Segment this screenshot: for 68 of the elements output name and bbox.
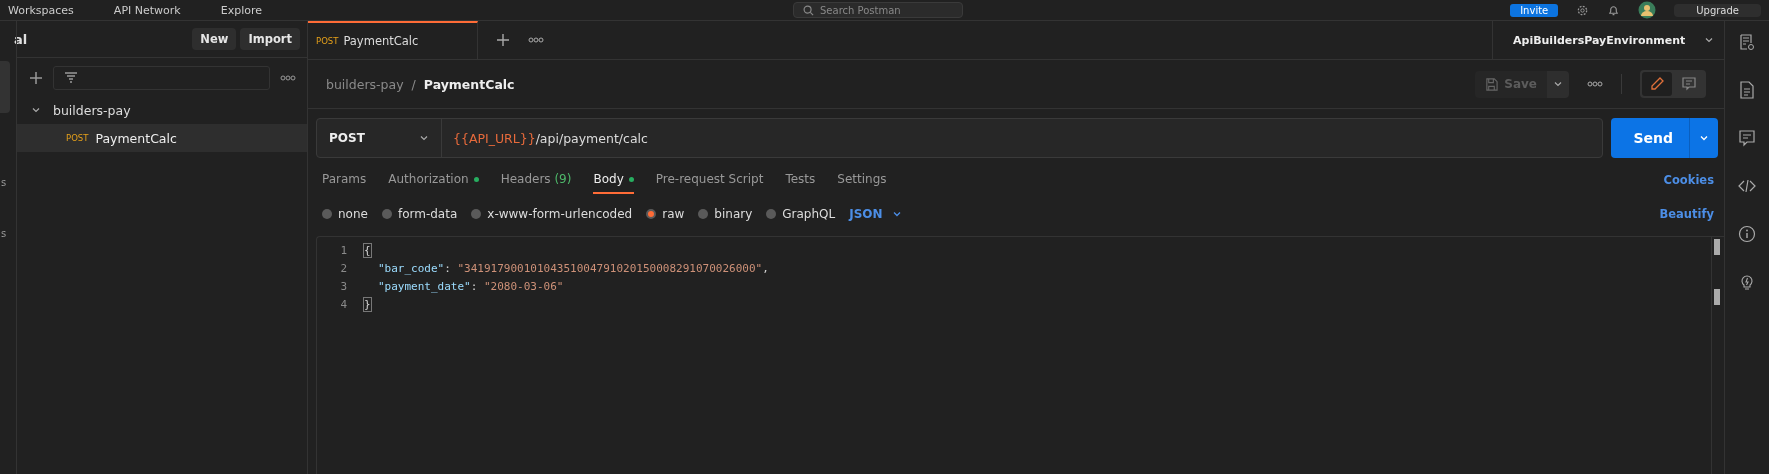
comment-icon[interactable]: [1738, 129, 1756, 147]
sidebar-button[interactable]: Import: [240, 28, 300, 50]
chevron-icon: [31, 105, 41, 115]
rail-label[interactable]: s: [1, 177, 7, 188]
line-number: 4: [339, 297, 347, 311]
save-icon: [1485, 77, 1499, 91]
search-field[interactable]: Search Postman: [793, 2, 963, 18]
language-select[interactable]: JSON: [849, 207, 902, 221]
body-type-radio[interactable]: form-data: [381, 207, 458, 221]
more-icon[interactable]: [280, 75, 296, 81]
request-section-tab[interactable]: Body: [593, 166, 634, 194]
plus-icon[interactable]: [29, 71, 43, 85]
info-icon[interactable]: [1738, 225, 1756, 243]
rail-label[interactable]: s: [1, 228, 7, 239]
request-section-tab[interactable]: Headers (9): [500, 166, 572, 194]
bell-icon[interactable]: [1607, 3, 1621, 17]
plus-icon[interactable]: [496, 33, 510, 47]
document-icon[interactable]: [1738, 81, 1756, 99]
sidebar-button[interactable]: New: [192, 28, 237, 50]
invite-button[interactable]: Invite: [1510, 3, 1559, 17]
caret-icon: [891, 209, 902, 219]
line-number: 2: [339, 261, 347, 275]
collection-item[interactable]: builders-pay: [17, 96, 307, 124]
breadcrumb-link[interactable]: builders-pay: [326, 76, 404, 92]
request-item[interactable]: POST PaymentCalc: [17, 124, 307, 152]
more-icon[interactable]: [528, 37, 544, 43]
cookies-link[interactable]: Cookies: [1663, 173, 1714, 187]
upgrade-button[interactable]: Upgrade: [1674, 3, 1761, 17]
request-section-tab[interactable]: Params: [322, 166, 367, 194]
edit-mode-button[interactable]: [1642, 72, 1672, 96]
comment-icon: [1681, 76, 1697, 92]
code-line: {: [364, 243, 371, 257]
code-editor[interactable]: 1 { 2 "bar_code": "34191790010104351004791020150008291070026000", 3 "payment_date": "2080-03-06" 4 }: [316, 236, 1724, 474]
request-title: PaymentCalc: [423, 76, 515, 92]
environment-selector[interactable]: ApiBuildersPayEnvironment: [1492, 21, 1724, 59]
beautify-link[interactable]: Beautify: [1659, 207, 1714, 221]
body-type-radio[interactable]: none: [322, 207, 368, 221]
more-icon[interactable]: [1587, 81, 1603, 87]
request-section-tab[interactable]: Authorization: [388, 166, 479, 194]
request-section-tab[interactable]: Tests: [785, 166, 816, 194]
line-number: 3: [339, 279, 347, 293]
caret-icon: [1704, 35, 1714, 45]
filter-field[interactable]: [53, 66, 270, 90]
request-section-tab[interactable]: Pre-request Script: [655, 166, 764, 194]
avatar-icon[interactable]: [1638, 1, 1657, 19]
breadcrumb-separator: /: [411, 76, 416, 92]
code-line: "payment_date": "2080-03-06": [377, 279, 564, 293]
request-section-tab[interactable]: Settings: [837, 166, 887, 194]
scrollbar-marker: [1714, 289, 1720, 305]
body-type-radio[interactable]: binary: [698, 207, 753, 221]
body-type-radio[interactable]: GraphQL: [766, 207, 836, 221]
line-number: 1: [339, 243, 347, 257]
code-line: }: [364, 297, 371, 311]
pencil-icon: [1649, 76, 1665, 92]
body-type-radio[interactable]: x-www-form-urlencoded: [471, 207, 633, 221]
code-icon[interactable]: [1738, 177, 1756, 195]
top-nav-link[interactable]: Explore: [220, 3, 262, 17]
code-line: "bar_code": "34191790010104351004791020150008291070026000",: [377, 261, 769, 275]
top-nav-link[interactable]: API Network: [113, 3, 181, 17]
search-icon: [803, 5, 814, 16]
top-nav-link[interactable]: Workspaces: [8, 3, 74, 17]
lightbulb-icon[interactable]: [1738, 273, 1756, 291]
environment-quick-look-icon[interactable]: [1738, 33, 1756, 51]
scrollbar-marker: [1714, 239, 1720, 255]
request-tab[interactable]: POST PaymentCalc: [308, 21, 478, 59]
settings-icon[interactable]: [1576, 3, 1590, 17]
body-type-radio[interactable]: raw: [646, 207, 685, 221]
filter-icon: [64, 72, 78, 84]
